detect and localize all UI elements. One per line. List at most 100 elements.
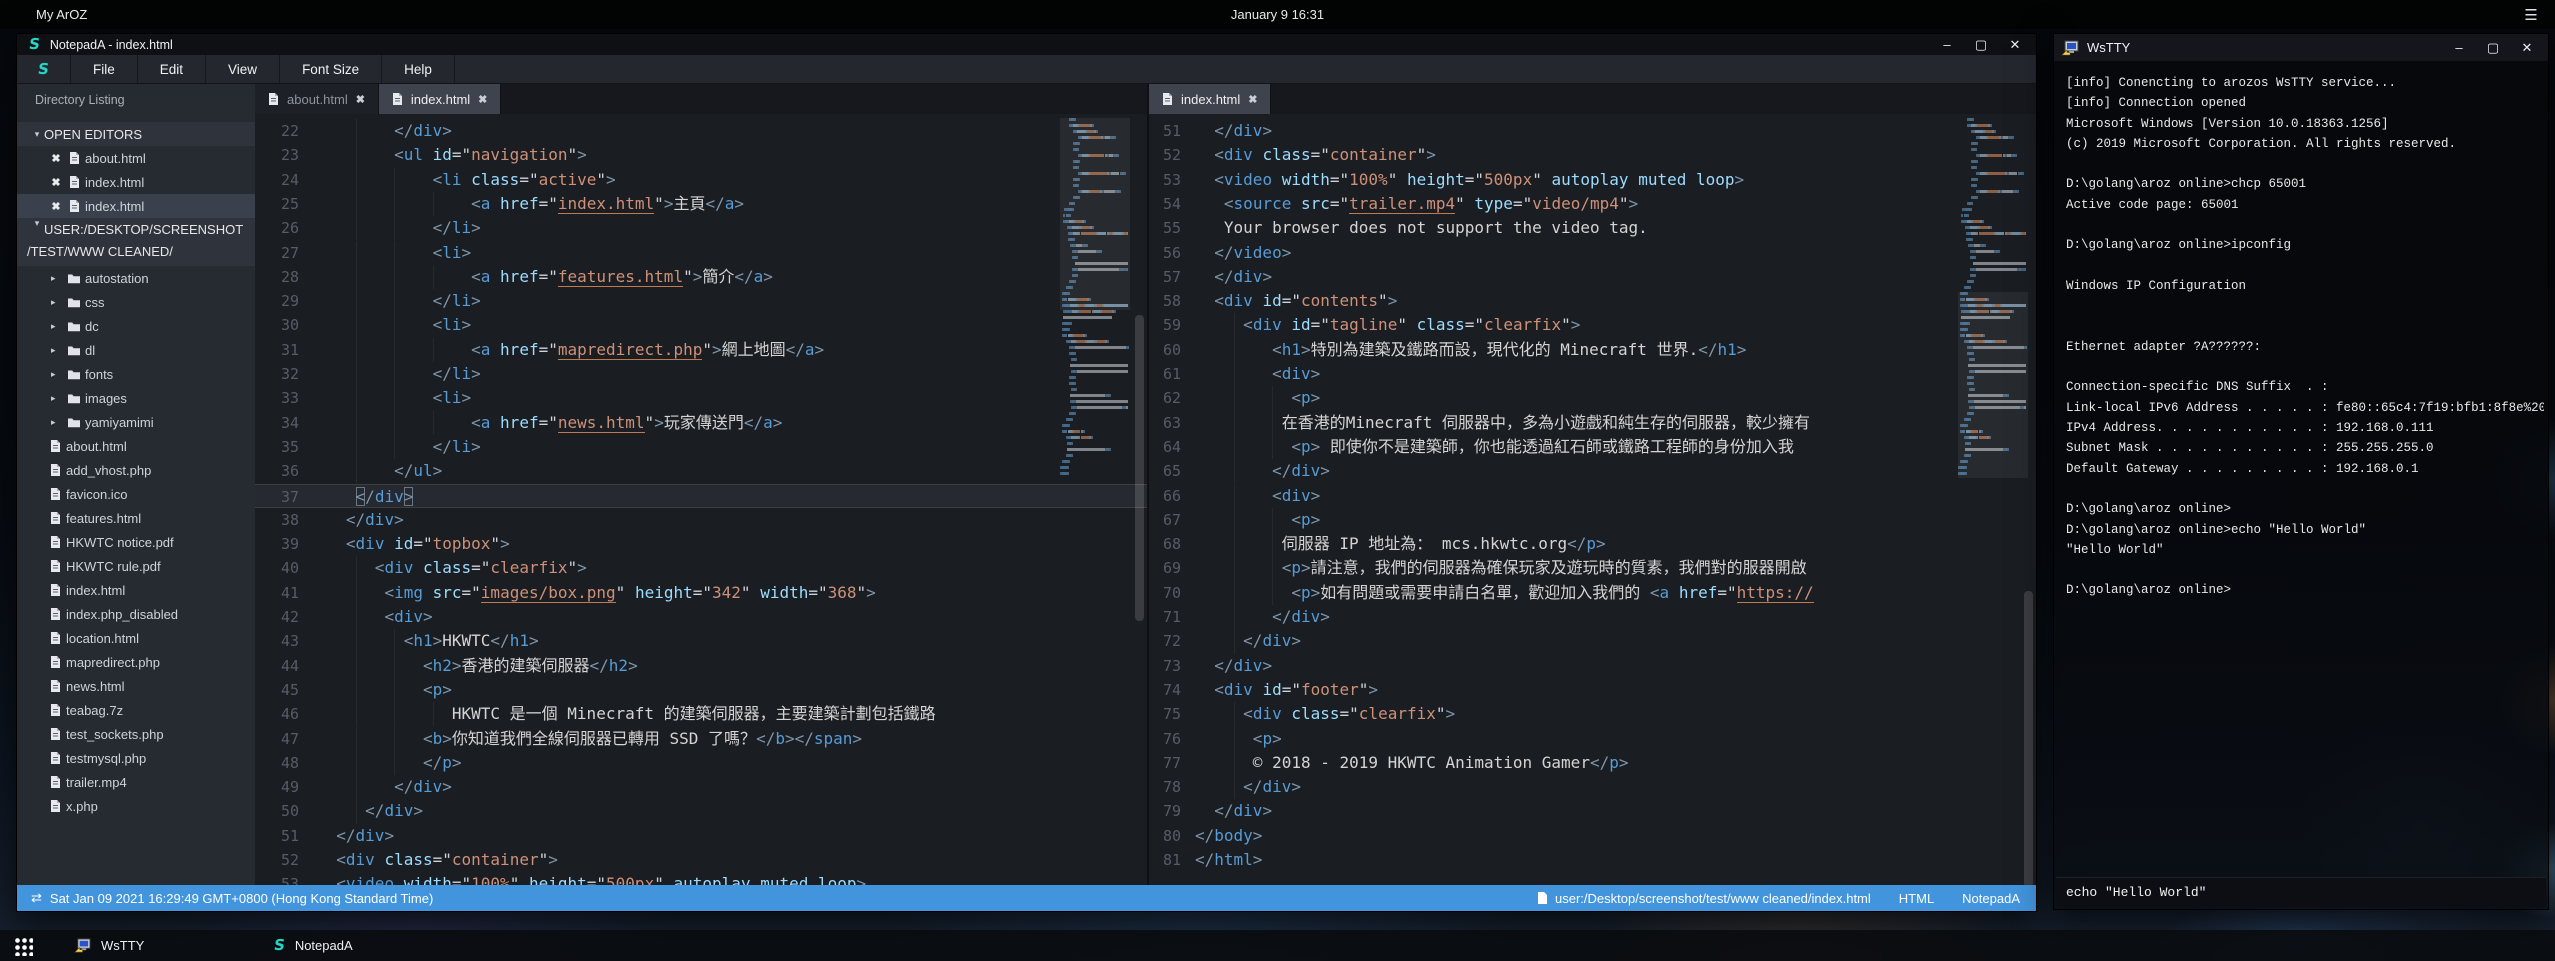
scrollbar-thumb[interactable] <box>1135 315 1144 621</box>
tree-file[interactable]: HKWTC rule.pdf <box>17 554 255 578</box>
maximize-button[interactable]: ▢ <box>1964 34 1998 55</box>
code-line[interactable]: 45 <p> <box>255 678 1147 702</box>
menu-font-size[interactable]: Font Size <box>280 55 382 83</box>
code-line[interactable]: 62 <p> <box>1149 386 2036 410</box>
open-editor-item[interactable]: ✖index.html <box>17 170 255 194</box>
close-icon[interactable]: ✖ <box>356 93 365 106</box>
code-line[interactable]: 75 <div class="clearfix"> <box>1149 702 2036 726</box>
tree-folder[interactable]: ▸fonts <box>17 362 255 386</box>
tree-file[interactable]: trailer.mp4 <box>17 770 255 794</box>
code-line[interactable]: 33 <li> <box>255 386 1147 410</box>
code-line[interactable]: 38 </div> <box>255 508 1147 532</box>
tree-file[interactable]: testmysql.php <box>17 746 255 770</box>
menu-logo-cell[interactable]: S <box>17 55 71 83</box>
code-line[interactable]: 49 </div> <box>255 775 1147 799</box>
tab-index.html[interactable]: index.html✖ <box>1149 84 1271 114</box>
tree-file[interactable]: favicon.ico <box>17 482 255 506</box>
code-line[interactable]: 48 </p> <box>255 751 1147 775</box>
code-line[interactable]: 80</body> <box>1149 824 2036 848</box>
tree-file[interactable]: teabag.7z <box>17 698 255 722</box>
code-area-right[interactable]: 51 </div>52 <div class="container">53 <v… <box>1149 114 2036 885</box>
tree-folder[interactable]: ▸dl <box>17 338 255 362</box>
code-line[interactable]: 51 </div> <box>1149 119 2036 143</box>
tab-about.html[interactable]: about.html✖ <box>255 84 379 114</box>
minimize-button[interactable]: – <box>2442 34 2476 61</box>
code-line[interactable]: 46 HKWTC 是一個 Minecraft 的建築伺服器，主要建築計劃包括鐵路 <box>255 702 1147 726</box>
code-line[interactable]: 71 </div> <box>1149 605 2036 629</box>
code-line[interactable]: 53 <video width="100%" height="500px" au… <box>1149 168 2036 192</box>
code-area-left[interactable]: 22 </div>23 <ul id="navigation">24 <li c… <box>255 114 1147 885</box>
maximize-button[interactable]: ▢ <box>2476 34 2510 61</box>
code-line[interactable]: 58 <div id="contents"> <box>1149 289 2036 313</box>
minimize-button[interactable]: – <box>1930 34 1964 55</box>
code-line[interactable]: 63 在香港的Minecraft 伺服器中，多為小遊戲和純生存的伺服器，較少擁有 <box>1149 411 2036 435</box>
close-icon[interactable]: ✖ <box>49 200 63 213</box>
code-line[interactable]: 54 <source src="trailer.mp4" type="video… <box>1149 192 2036 216</box>
code-line[interactable]: 65 </div> <box>1149 459 2036 483</box>
code-line[interactable]: 57 </div> <box>1149 265 2036 289</box>
tree-file[interactable]: test_sockets.php <box>17 722 255 746</box>
tree-file[interactable]: about.html <box>17 434 255 458</box>
code-line[interactable]: 40 <div class="clearfix"> <box>255 556 1147 580</box>
status-file-path[interactable]: user:/Desktop/screenshot/test/www cleane… <box>1537 891 1871 906</box>
code-line[interactable]: 47 <b>你知道我們全線伺服器已轉用 SSD 了嗎？</b></span> <box>255 727 1147 751</box>
code-line[interactable]: 36 </ul> <box>255 459 1147 483</box>
tree-file[interactable]: mapredirect.php <box>17 650 255 674</box>
code-line[interactable]: 78 </div> <box>1149 775 2036 799</box>
tab-index.html[interactable]: index.html✖ <box>379 84 501 114</box>
code-line[interactable]: 37 </div> <box>255 484 1147 508</box>
close-icon[interactable]: ✖ <box>478 93 487 106</box>
code-line[interactable]: 28 <a href="features.html">簡介</a> <box>255 265 1147 289</box>
tree-folder[interactable]: ▸css <box>17 290 255 314</box>
open-editor-item[interactable]: ✖about.html <box>17 146 255 170</box>
code-line[interactable]: 66 <div> <box>1149 484 2036 508</box>
code-line[interactable]: 72 </div> <box>1149 629 2036 653</box>
close-icon[interactable]: ✖ <box>1248 93 1257 106</box>
code-line[interactable]: 74 <div id="footer"> <box>1149 678 2036 702</box>
menu-view[interactable]: View <box>206 55 280 83</box>
code-line[interactable]: 76 <p> <box>1149 727 2036 751</box>
code-line[interactable]: 31 <a href="mapredirect.php">網上地圖</a> <box>255 338 1147 362</box>
tree-file[interactable]: news.html <box>17 674 255 698</box>
code-line[interactable]: 60 <h1>特別為建築及鐵路而設，現代化的 Minecraft 世界.</h1… <box>1149 338 2036 362</box>
code-line[interactable]: 26 </li> <box>255 216 1147 240</box>
code-line[interactable]: 27 <li> <box>255 241 1147 265</box>
code-line[interactable]: 44 <h2>香港的建築伺服器</h2> <box>255 654 1147 678</box>
code-line[interactable]: 22 </div> <box>255 119 1147 143</box>
scrollbar-thumb[interactable] <box>2024 591 2033 885</box>
tree-folder[interactable]: ▸autostation <box>17 266 255 290</box>
code-line[interactable]: 79 </div> <box>1149 799 2036 823</box>
code-line[interactable]: 51 </div> <box>255 824 1147 848</box>
code-line[interactable]: 70 <p>如有問題或需要申請白名單，歡迎加入我們的 <a href="http… <box>1149 581 2036 605</box>
tree-file[interactable]: HKWTC notice.pdf <box>17 530 255 554</box>
code-line[interactable]: 39 <div id="topbox"> <box>255 532 1147 556</box>
notepada-titlebar[interactable]: S NotepadA - index.html – ▢ ✕ <box>17 34 2036 55</box>
menu-edit[interactable]: Edit <box>138 55 206 83</box>
code-line[interactable]: 41 <img src="images/box.png" height="342… <box>255 581 1147 605</box>
tree-file[interactable]: location.html <box>17 626 255 650</box>
code-line[interactable]: 68 伺服器 IP 地址為： mcs.hkwtc.org</p> <box>1149 532 2036 556</box>
tree-file[interactable]: x.php <box>17 794 255 818</box>
app-grid-icon[interactable] <box>13 936 33 956</box>
code-line[interactable]: 35 </li> <box>255 435 1147 459</box>
code-line[interactable]: 53 <video width="100%" height="500px" au… <box>255 872 1147 885</box>
code-line[interactable]: 61 <div> <box>1149 362 2036 386</box>
code-line[interactable]: 23 <ul id="navigation"> <box>255 143 1147 167</box>
workspace-root[interactable]: ▾USER:/DESKTOP/SCREENSHOT/TEST/WWW CLEAN… <box>17 218 255 266</box>
open-editor-item[interactable]: ✖index.html <box>17 194 255 218</box>
tree-folder[interactable]: ▸images <box>17 386 255 410</box>
close-button[interactable]: ✕ <box>2510 34 2544 61</box>
code-line[interactable]: 52 <div class="container"> <box>255 848 1147 872</box>
close-button[interactable]: ✕ <box>1998 34 2032 55</box>
code-line[interactable]: 77 © 2018 - 2019 HKWTC Animation Gamer</… <box>1149 751 2036 775</box>
sync-icon[interactable]: ⇄ <box>31 890 42 906</box>
code-line[interactable]: 42 <div> <box>255 605 1147 629</box>
code-line[interactable]: 30 <li> <box>255 313 1147 337</box>
taskbar-item-wstty[interactable]: WsTTY <box>60 930 260 961</box>
code-line[interactable]: 64 <p> 即使你不是建築師，你也能透過紅石師或鐵路工程師的身份加入我 <box>1149 435 2036 459</box>
code-line[interactable]: 25 <a href="index.html">主頁</a> <box>255 192 1147 216</box>
status-mode-badge[interactable]: HTML <box>1899 891 1934 906</box>
terminal-input[interactable]: echo "Hello World" <box>2056 877 2546 907</box>
taskbar-item-notepada[interactable]: SNotepadA <box>260 930 460 961</box>
code-line[interactable]: 43 <h1>HKWTC</h1> <box>255 629 1147 653</box>
